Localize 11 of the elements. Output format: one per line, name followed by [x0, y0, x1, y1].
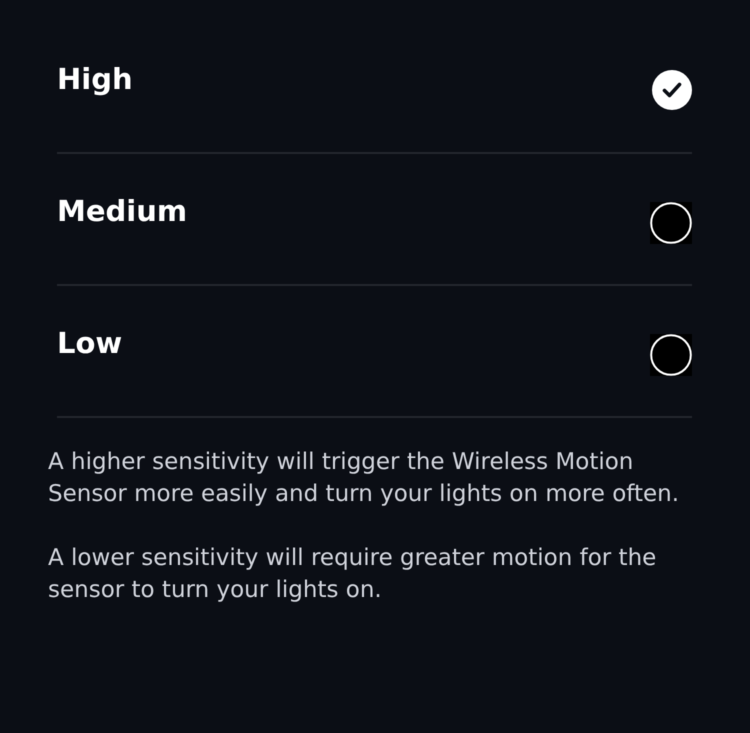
description-text: A higher sensitivity will trigger the Wireless Motion Sensor more easily and turn your lights on more often. [48, 448, 680, 509]
radio-button[interactable] [650, 334, 692, 376]
radio-button[interactable] [650, 202, 692, 244]
option-row[interactable]: High [57, 22, 692, 154]
option-label: Medium [57, 194, 188, 228]
description-text: A lower sensitivity will require greater motion for the sensor to turn your lights on. [48, 544, 658, 605]
option-label: High [57, 62, 133, 96]
option-row[interactable]: Medium [57, 154, 692, 286]
option-label: Low [57, 326, 122, 360]
check-icon[interactable] [652, 70, 692, 110]
option-row[interactable]: Low [57, 286, 692, 418]
